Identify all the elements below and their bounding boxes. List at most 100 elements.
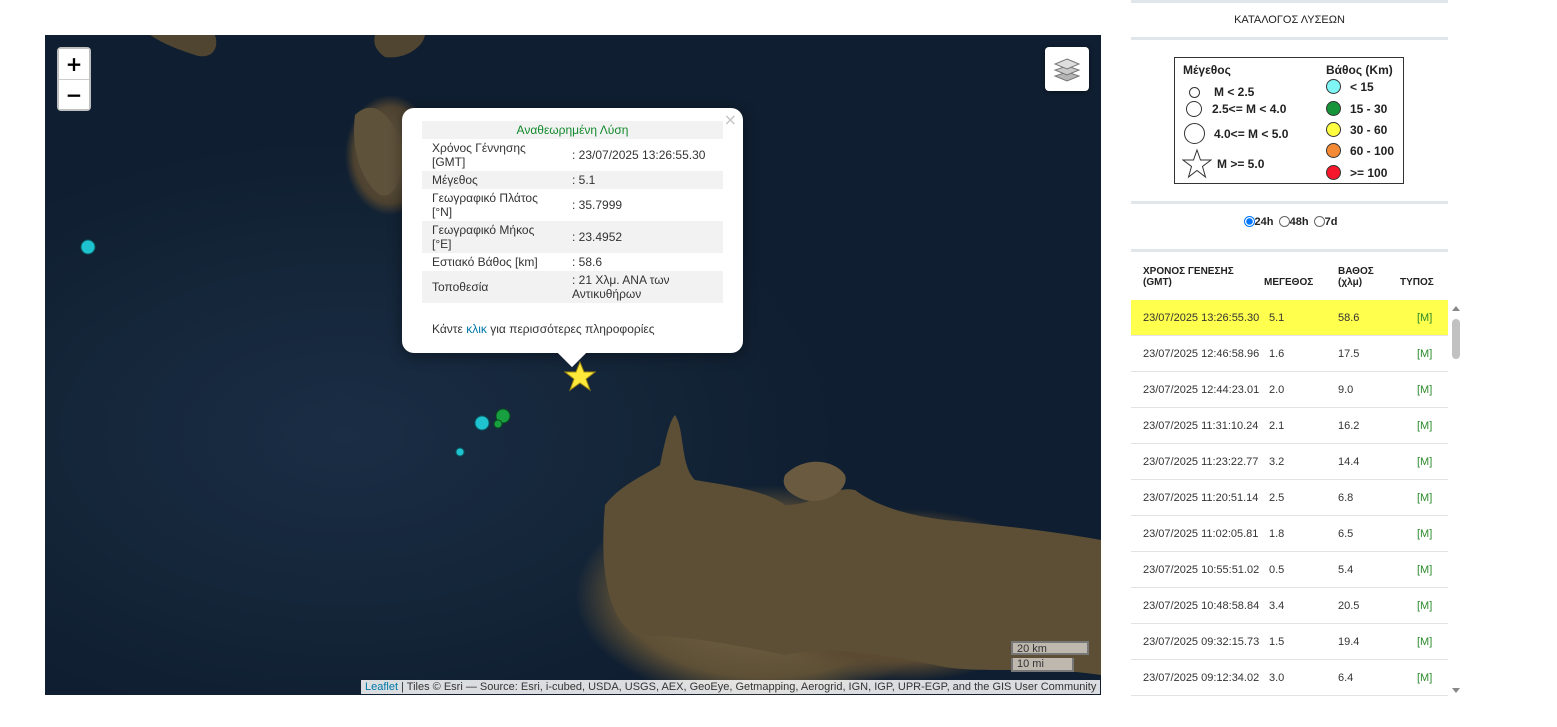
table-row[interactable]: 23/07/2025 11:31:10.24 2.1 16.2 [M]	[1131, 408, 1448, 444]
cell-mag: 0.5	[1269, 564, 1285, 576]
layers-icon	[1053, 58, 1081, 82]
cell-time: 23/07/2025 11:20:51.14	[1143, 492, 1259, 504]
cell-mag: 2.1	[1269, 420, 1285, 432]
event-list: 23/07/2025 13:26:55.30 5.1 58.6 [M] 23/07/2…	[1131, 300, 1448, 696]
popup-value: : 21 Χλμ. ΑΝΑ των Αντικυθήρων	[572, 273, 670, 301]
cell-time: 23/07/2025 10:48:58.84	[1143, 600, 1260, 612]
legend-depth-header: Βάθος (Km)	[1326, 63, 1393, 77]
cell-time: 23/07/2025 12:46:58.96	[1143, 348, 1260, 360]
time-range-radios: 24h 48h 7d	[1131, 216, 1448, 228]
popup-footer: Κάντε κλικ για περισσότερες πληροφορίες	[432, 322, 655, 336]
cell-depth: 16.2	[1338, 420, 1360, 432]
cell-time: 23/07/2025 09:12:34.02	[1143, 672, 1260, 684]
cell-time: 23/07/2025 12:44:23.01	[1143, 384, 1260, 396]
cell-mag: 1.6	[1269, 348, 1285, 360]
cell-depth: 58.6	[1338, 312, 1360, 324]
cell-mag: 2.5	[1269, 492, 1285, 504]
legend: Μέγεθος Βάθος (Km) M < 2.5 2.5<= M < 4.0…	[1174, 57, 1404, 184]
popup-value: : 58.6	[572, 255, 603, 269]
map-attribution: Leaflet | Tiles © Esri — Source: Esri, i…	[361, 680, 1101, 694]
legend-mag: 4.0<= M < 5.0	[1214, 126, 1289, 141]
table-row[interactable]: 23/07/2025 09:32:15.73 1.5 19.4 [M]	[1131, 624, 1448, 660]
layers-button[interactable]	[1045, 47, 1089, 91]
more-info-link[interactable]: κλικ	[466, 322, 487, 336]
cell-depth: 6.5	[1338, 528, 1354, 540]
cell-type: [M]	[1417, 636, 1433, 648]
cell-type: [M]	[1417, 564, 1433, 576]
popup-label: Γεωγραφικό Μήκος [°E]	[432, 223, 535, 251]
legend-mag: M < 2.5	[1214, 85, 1255, 99]
close-icon[interactable]: ×	[724, 110, 737, 129]
cell-time: 23/07/2025 11:23:22.77	[1143, 456, 1259, 468]
list-scrollbar[interactable]	[1450, 305, 1462, 695]
table-row[interactable]: 23/07/2025 13:26:55.30 5.1 58.6 [M]	[1131, 300, 1448, 336]
table-row[interactable]: 23/07/2025 10:48:58.84 3.4 20.5 [M]	[1131, 588, 1448, 624]
table-row[interactable]: 23/07/2025 12:44:23.01 2.0 9.0 [M]	[1131, 372, 1448, 408]
cell-time: 23/07/2025 09:32:15.73	[1143, 636, 1260, 648]
radio-48h[interactable]	[1278, 216, 1290, 227]
small-circle-icon	[1189, 86, 1200, 98]
table-row[interactable]: 23/07/2025 11:23:22.77 3.2 14.4 [M]	[1131, 444, 1448, 480]
cell-depth: 14.4	[1338, 456, 1360, 468]
radio-24h[interactable]	[1243, 216, 1255, 227]
zoom-in-button[interactable]: +	[59, 49, 89, 79]
table-row[interactable]: 23/07/2025 11:02:05.81 1.8 6.5 [M]	[1131, 516, 1448, 552]
scale-km: 20 km	[1011, 641, 1089, 655]
cell-mag: 2.0	[1269, 384, 1285, 396]
popup-title: Αναθεωρημένη Λύση	[516, 123, 629, 137]
depth-dot-icon	[1326, 101, 1341, 116]
legend-depth: 15 - 30	[1350, 101, 1388, 116]
catalog-panel: ΚΑΤΑΛΟΓΟΣ ΛΥΣΕΩΝ Μέγεθος Βάθος (Km) M < …	[1131, 0, 1448, 727]
table-row[interactable]: 23/07/2025 12:46:58.96 1.6 17.5 [M]	[1131, 336, 1448, 372]
popup-label: Χρόνος Γέννησης [GMT]	[432, 141, 526, 169]
cell-mag: 3.2	[1269, 456, 1285, 468]
col-depth: ΒΑΘΟΣ (χλμ)	[1338, 266, 1374, 288]
cell-type: [M]	[1417, 348, 1433, 360]
cell-mag: 5.1	[1269, 312, 1285, 324]
star-icon	[1182, 149, 1212, 179]
legend-depth: < 15	[1350, 79, 1374, 94]
popup-table: Αναθεωρημένη Λύση Χρόνος Γέννησης [GMT]:…	[422, 121, 723, 303]
cell-mag: 3.4	[1269, 600, 1285, 612]
cell-depth: 5.4	[1338, 564, 1354, 576]
popup-footer-text: Κάντε	[432, 322, 467, 336]
large-circle-icon	[1184, 123, 1205, 144]
cell-depth: 17.5	[1338, 348, 1360, 360]
col-type: ΤΥΠΟΣ	[1400, 277, 1434, 288]
scale-mi: 10 mi	[1011, 658, 1074, 672]
table-row[interactable]: 23/07/2025 09:12:34.02 3.0 6.4 [M]	[1131, 660, 1448, 696]
zoom-control: + −	[57, 47, 91, 111]
cell-type: [M]	[1417, 420, 1433, 432]
popup-label: Εστιακό Βάθος [km]	[432, 255, 538, 269]
cell-type: [M]	[1417, 600, 1433, 612]
legend-depth: 30 - 60	[1350, 122, 1388, 137]
radio-label: 7d	[1324, 216, 1338, 228]
radio-7d[interactable]	[1313, 216, 1325, 227]
col-time: ΧΡΟΝΟΣ ΓΕΝΕΣΗΣ (GMT)	[1143, 266, 1234, 288]
depth-dot-icon	[1326, 143, 1341, 158]
cell-mag: 1.5	[1269, 636, 1285, 648]
cell-depth: 19.4	[1338, 636, 1360, 648]
popup-value: : 35.7999	[572, 198, 623, 212]
radio-label: 24h	[1254, 216, 1274, 228]
popup-footer-text: για περισσότερες πληροφορίες	[486, 322, 655, 336]
cell-depth: 9.0	[1338, 384, 1354, 396]
cell-type: [M]	[1417, 312, 1433, 324]
cell-type: [M]	[1417, 672, 1433, 684]
leaflet-link[interactable]: Leaflet	[365, 681, 398, 693]
table-row[interactable]: 23/07/2025 10:55:51.02 0.5 5.4 [M]	[1131, 552, 1448, 588]
table-header: ΧΡΟΝΟΣ ΓΕΝΕΣΗΣ (GMT) ΜΕΓΕΘΟΣ ΒΑΘΟΣ (χλμ)…	[1131, 264, 1448, 298]
legend-mag: M >= 5.0	[1217, 157, 1265, 171]
cell-time: 23/07/2025 11:02:05.81	[1143, 528, 1259, 540]
event-popup: × Αναθεωρημένη Λύση Χρόνος Γέννησης [GMT…	[402, 108, 743, 368]
popup-value: : 5.1	[572, 173, 596, 187]
popup-label: Τοποθεσία	[432, 280, 489, 294]
table-row[interactable]: 23/07/2025 11:20:51.14 2.5 6.8 [M]	[1131, 480, 1448, 516]
col-mag: ΜΕΓΕΘΟΣ	[1264, 277, 1314, 288]
cell-time: 23/07/2025 10:55:51.02	[1143, 564, 1260, 576]
medium-circle-icon	[1186, 101, 1202, 117]
zoom-out-button[interactable]: −	[59, 79, 89, 109]
legend-depth: 60 - 100	[1350, 143, 1395, 158]
scroll-thumb	[1452, 319, 1460, 359]
radio-label: 48h	[1289, 216, 1309, 228]
